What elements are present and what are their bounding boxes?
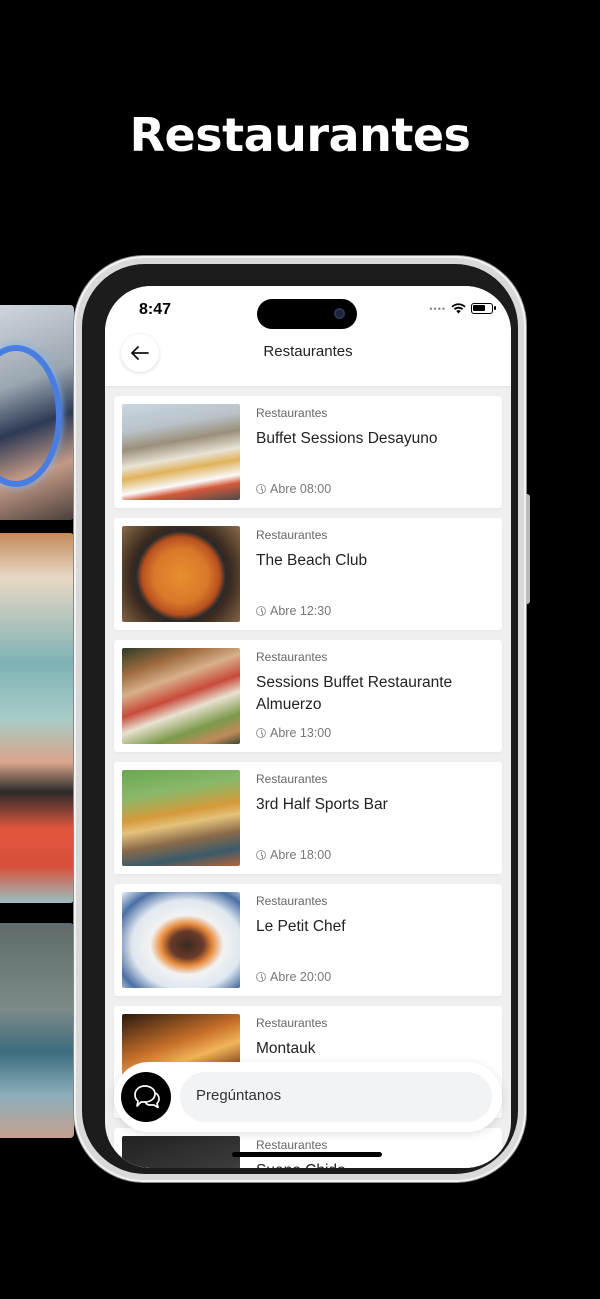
restaurant-name: Le Petit Chef bbox=[256, 918, 346, 935]
clock-icon bbox=[256, 972, 266, 982]
hours-text: Abre 12:30 bbox=[270, 604, 332, 618]
restaurant-name: Montauk bbox=[256, 1040, 316, 1057]
restaurant-card[interactable]: Restaurantes 3rd Half Sports Bar Abre 18… bbox=[114, 762, 502, 874]
restaurant-category: Restaurantes bbox=[256, 528, 328, 542]
restaurant-list: Restaurantes Buffet Sessions Desayuno Ab… bbox=[114, 396, 502, 1168]
hours-text: Abre 08:00 bbox=[270, 482, 332, 496]
restaurant-name: Sueno Chido bbox=[256, 1160, 492, 1168]
phone-side-button bbox=[526, 494, 530, 604]
background-photo-pool bbox=[0, 533, 74, 903]
restaurant-category: Restaurantes bbox=[256, 1016, 328, 1030]
chat-bubbles-icon bbox=[134, 1085, 160, 1109]
ask-input[interactable]: Pregúntanos bbox=[180, 1072, 492, 1122]
restaurant-photo bbox=[122, 404, 240, 500]
restaurant-name: The Beach Club bbox=[256, 552, 368, 569]
restaurant-card[interactable]: Restaurantes Sessions Buffet Restaurante… bbox=[114, 640, 502, 752]
restaurant-hours: Abre 20:00 bbox=[256, 970, 331, 984]
restaurant-category: Restaurantes bbox=[256, 1138, 328, 1152]
restaurant-category: Restaurantes bbox=[256, 772, 328, 786]
battery-icon bbox=[471, 303, 496, 314]
chat-button[interactable] bbox=[121, 1072, 171, 1122]
restaurant-card[interactable]: Restaurantes Sueno Chido bbox=[114, 1128, 502, 1168]
restaurant-hours: Abre 13:00 bbox=[256, 726, 331, 740]
home-indicator[interactable] bbox=[232, 1152, 382, 1157]
restaurant-photo bbox=[122, 1136, 240, 1168]
restaurant-photo bbox=[122, 892, 240, 988]
page-title: Restaurantes bbox=[263, 343, 353, 360]
background-photo-arcade bbox=[0, 305, 74, 520]
restaurant-name: 3rd Half Sports Bar bbox=[256, 796, 388, 813]
restaurant-hours: Abre 18:00 bbox=[256, 848, 331, 862]
hours-text: Abre 13:00 bbox=[270, 726, 332, 740]
hours-text: Abre 20:00 bbox=[270, 970, 332, 984]
restaurant-card[interactable]: Restaurantes The Beach Club Abre 12:30 bbox=[114, 518, 502, 630]
wifi-icon bbox=[451, 303, 466, 314]
clock-icon bbox=[256, 484, 266, 494]
hours-text: Abre 18:00 bbox=[270, 848, 332, 862]
clock-icon bbox=[256, 606, 266, 616]
nav-bar: Restaurantes bbox=[105, 334, 511, 386]
restaurant-card[interactable]: Restaurantes Le Petit Chef Abre 20:00 bbox=[114, 884, 502, 996]
restaurant-category: Restaurantes bbox=[256, 894, 328, 908]
dynamic-island bbox=[257, 299, 357, 329]
background-photo-spa bbox=[0, 923, 74, 1138]
restaurant-category: Restaurantes bbox=[256, 650, 328, 664]
cellular-signal-icon: •••• bbox=[429, 303, 446, 314]
restaurant-hours: Abre 12:30 bbox=[256, 604, 331, 618]
restaurant-photo bbox=[122, 648, 240, 744]
status-bar: 8:47 •••• bbox=[105, 286, 511, 334]
status-icons: •••• bbox=[429, 303, 496, 314]
clock-icon bbox=[256, 728, 266, 738]
restaurant-name: Sessions Buffet Restaurante Almuerzo bbox=[256, 674, 453, 713]
clock-icon bbox=[256, 850, 266, 860]
restaurant-hours: Abre 08:00 bbox=[256, 482, 331, 496]
restaurant-photo bbox=[122, 770, 240, 866]
phone-screen: 8:47 •••• Restaurantes Restaurantes Buff… bbox=[105, 286, 511, 1168]
headline: Restaurantes bbox=[129, 108, 471, 162]
restaurant-photo bbox=[122, 526, 240, 622]
restaurant-name: Buffet Sessions Desayuno bbox=[256, 430, 438, 447]
status-time: 8:47 bbox=[139, 301, 172, 318]
restaurant-category: Restaurantes bbox=[256, 406, 328, 420]
restaurant-card[interactable]: Restaurantes Buffet Sessions Desayuno Ab… bbox=[114, 396, 502, 508]
phone-frame: 8:47 •••• Restaurantes Restaurantes Buff… bbox=[74, 256, 530, 1182]
ask-bar: Pregúntanos bbox=[114, 1062, 502, 1132]
ask-placeholder: Pregúntanos bbox=[196, 1087, 282, 1104]
